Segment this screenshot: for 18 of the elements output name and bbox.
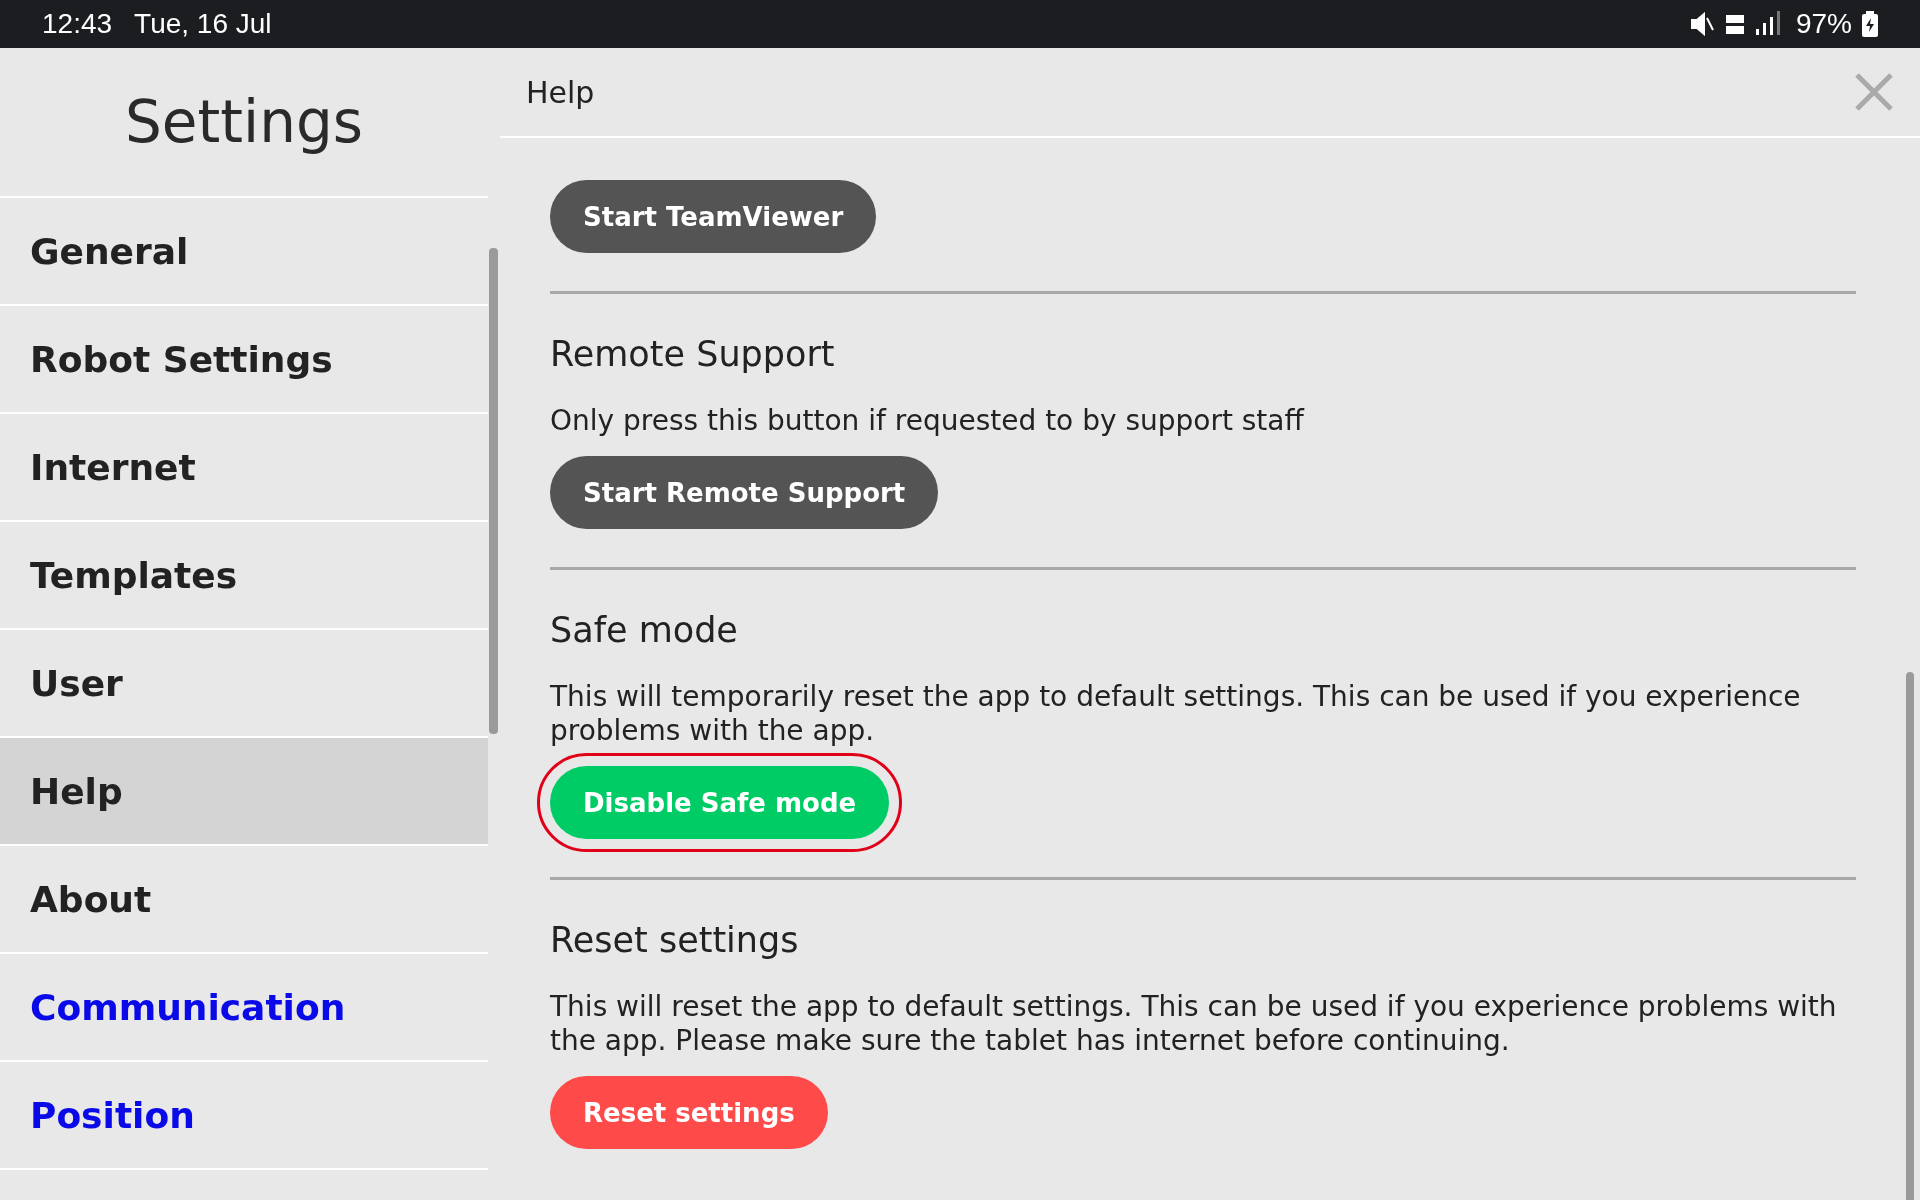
status-time: 12:43 — [42, 8, 113, 40]
muted-speaker-icon — [1689, 12, 1716, 36]
sidebar-item[interactable]: Help — [0, 738, 488, 846]
close-icon[interactable] — [1854, 72, 1894, 112]
battery-icon — [1862, 11, 1878, 37]
section-title: Remote Support — [550, 334, 835, 374]
action-button[interactable]: Start Remote Support — [550, 456, 939, 529]
section-description: This will reset the app to default settings. This can be used if you experience problems with the app. Please make sure the tablet has internet before continuing. — [550, 990, 1838, 1058]
section-description: This will temporarily reset the app to default settings. This can be used if you experience problems with the app. — [550, 680, 1802, 748]
action-button[interactable]: Start TeamViewer — [550, 180, 877, 253]
battery-percentage: 97% — [1795, 8, 1852, 40]
section-description: Only press this button if requested to by support staff — [550, 404, 1304, 438]
status-date: Tue, 16 Jul — [134, 8, 272, 40]
scrollbar-thumb[interactable] — [1906, 672, 1914, 1200]
section-title: Reset settings — [550, 920, 799, 960]
section-title: Safe mode — [550, 610, 738, 650]
scrollbar-thumb[interactable] — [489, 248, 498, 734]
panel-title: Help — [526, 74, 595, 110]
